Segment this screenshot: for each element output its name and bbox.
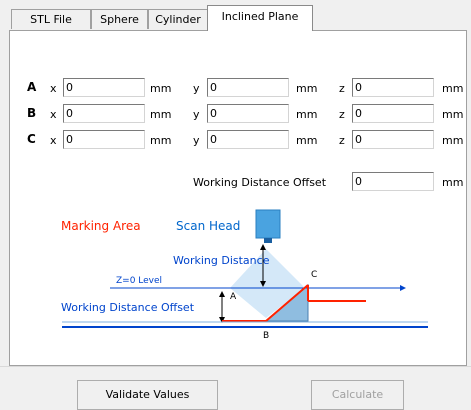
z0-level-label: Z=0 Level (116, 276, 163, 286)
validate-values-button[interactable]: Validate Values (77, 380, 218, 410)
z0-level-arrowhead (400, 285, 406, 291)
button-bar-separator (0, 366, 471, 367)
point-a-label: A (230, 292, 237, 302)
calculate-button[interactable]: Calculate (311, 380, 404, 410)
marking-area-label: Marking Area (61, 219, 141, 233)
scan-head-icon (255, 209, 281, 239)
working-distance-label: Working Distance (173, 254, 270, 267)
point-c-label: C (311, 270, 318, 280)
working-distance-diagram (62, 209, 428, 328)
working-distance-offset-label: Working Distance Offset (61, 301, 195, 314)
point-b-label: B (263, 331, 270, 341)
tab-inclined-plane[interactable]: Inclined Plane (207, 5, 313, 31)
scan-head-nozzle (264, 238, 272, 243)
scan-head-label: Scan Head (176, 219, 241, 233)
